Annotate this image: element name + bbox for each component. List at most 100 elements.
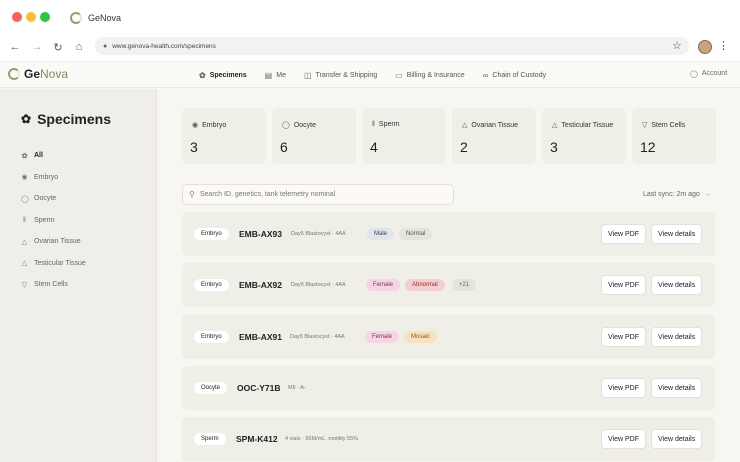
brand-nova: Nova [40,67,69,81]
nav-label: Me [276,71,286,79]
sex-tag: Male [367,228,395,240]
specimen-row[interactable]: Embryo EMB-AX93 Day5 Blastocyst · 4AA Ma… [182,212,715,256]
chain-icon: ∞ [482,70,489,80]
search-input[interactable]: ⚲ Search ID, genetics, tank telemetry no… [182,184,454,205]
sidebar-item-embryo[interactable]: ◉ Embryo [21,167,86,189]
view-details-button[interactable]: View details [651,224,703,244]
nav-billing-insurance[interactable]: ▭ Billing & Insurance [395,71,465,80]
sidebar-item-label: Testicular Tissue [34,259,86,267]
card-icon: ▭ [395,70,403,80]
stem-cells-icon: ▽ [642,122,648,129]
stat-value: 4 [370,139,378,155]
stat-label: Stem Cells [651,121,686,129]
flask-icon: △ [21,238,28,246]
specimen-type-badge: Oocyte [194,382,228,394]
stem-cells-icon: ▽ [21,281,28,289]
view-details-button[interactable]: View details [651,378,703,398]
view-details-button[interactable]: View details [651,275,703,295]
top-nav: ✿ Specimens ▤ Me ◫ Transfer & Shipping ▭ Bil… [199,62,546,88]
specimens-icon: ✿ [199,70,206,80]
lock-icon: ● [103,42,108,50]
specimen-meta: Day5 Blastocyst · 4AA [290,334,345,340]
view-pdf-button[interactable]: View PDF [601,429,646,449]
forward-icon[interactable]: → [29,39,45,55]
result-tag: Mosaic [404,331,438,343]
search-icon: ⚲ [189,190,195,199]
view-pdf-button[interactable]: View PDF [601,275,646,295]
nav-me[interactable]: ▤ Me [265,71,286,80]
stat-value: 12 [640,139,656,155]
maximize-window-button[interactable] [40,12,50,22]
profile-avatar[interactable] [698,40,712,54]
arrow-right-icon[interactable]: → [704,191,711,198]
stat-card-testicular-tissue[interactable]: △ Testicular Tissue 3 [542,108,626,164]
last-sync: Last sync: 2m ago → [643,191,711,198]
embryo-icon: ◉ [21,174,28,182]
star-icon[interactable]: ☆ [672,39,682,52]
nav-specimens[interactable]: ✿ Specimens [199,71,247,80]
view-details-button[interactable]: View details [651,429,703,449]
extra-tag: +21 [452,279,477,291]
tab-bar: GeNova [0,0,740,34]
genova-logo-icon [8,68,20,80]
tab-title: GeNova [88,13,122,23]
sidebar-item-label: Oocyte [34,195,57,203]
stat-label: Testicular Tissue [561,121,614,129]
url-text: www.genova-health.com/specimens [112,42,216,50]
stat-label: Sperm [378,121,400,128]
view-pdf-button[interactable]: View PDF [601,327,646,347]
sidebar-item-label: Ovarian Tissue [34,238,81,246]
stat-label: Oocyte [293,121,317,129]
stat-value: 2 [460,139,468,155]
specimen-row[interactable]: Embryo EMB-AX91 Day5 Blastocyst · 4AA Fe… [182,315,715,359]
nav-chain-of-custody[interactable]: ∞ Chain of Custody [483,71,546,80]
browser-navbar: ← → ↻ ⌂ ● www.genova-health.com/specimen… [0,34,740,60]
stat-card-stem-cells[interactable]: ▽ Stem Cells 12 [632,108,716,164]
account-link[interactable]: ◯ Account [690,70,727,78]
stat-label: Ovarian Tissue [471,121,519,129]
flask-icon: △ [552,122,558,129]
brand-ge: Ge [24,67,41,81]
view-details-button[interactable]: View details [651,327,703,347]
close-window-button[interactable] [12,12,22,22]
sidebar-item-ovarian-tissue[interactable]: △ Ovarian Tissue [21,231,86,253]
home-icon[interactable]: ⌂ [71,39,87,55]
stat-value: 3 [550,139,558,155]
stat-card-sperm[interactable]: ‖ Sperm 4 [362,108,446,164]
specimen-row[interactable]: Oocyte OOC-Y71B MII · A- View PDF View d… [182,366,715,410]
specimen-row[interactable]: Embryo EMB-AX92 Day5 Blastocyst · 4AA Fe… [182,263,715,307]
view-pdf-button[interactable]: View PDF [601,378,646,398]
address-bar[interactable]: ● www.genova-health.com/specimens [95,37,689,55]
sidebar-item-all[interactable]: ✿ All [21,145,86,167]
sidebar-item-stem-cells[interactable]: ▽ Stem Cells [21,274,86,296]
sidebar-title-text: Specimens [37,111,111,127]
kebab-menu-icon[interactable]: ⋮ [718,39,729,52]
specimen-id: SPM-K412 [236,434,278,444]
nav-transfer-shipping[interactable]: ◫ Transfer & Shipping [304,71,377,80]
brand[interactable]: GeNova [8,67,68,81]
minimize-window-button[interactable] [26,12,36,22]
back-icon[interactable]: ← [7,39,23,55]
truck-icon: ◫ [303,70,312,80]
specimen-row[interactable]: Sperm SPM-K412 4 vials · 65M/mL, motilit… [182,417,715,461]
sex-tag: Female [365,331,400,343]
sidebar-item-sperm[interactable]: ‖ Sperm [21,210,86,232]
flask-icon: △ [21,260,28,268]
sidebar-item-testicular-tissue[interactable]: △ Testicular Tissue [21,253,86,275]
stat-card-ovarian-tissue[interactable]: △ Ovarian Tissue 2 [452,108,536,164]
specimens-icon: ✿ [21,112,32,126]
browser-chrome: GeNova ← → ↻ ⌂ ● www.genova-health.com/s… [0,0,740,62]
specimen-id: EMB-AX92 [239,280,282,290]
result-tag: Normal [399,228,433,240]
sex-tag: Female [366,279,401,291]
view-pdf-button[interactable]: View PDF [601,224,646,244]
nav-label: Transfer & Shipping [315,71,378,79]
reload-icon[interactable]: ↻ [50,39,66,55]
oocyte-icon: ◯ [282,122,290,129]
browser-tab[interactable]: GeNova [70,9,121,27]
specimen-type-badge: Sperm [194,433,226,445]
stat-card-embryo[interactable]: ◉ Embryo 3 [182,108,266,164]
main-content: ◉ Embryo 3 ◯ Oocyte 6 ‖ Sperm 4 △ Ovarian Ti… [158,89,740,462]
sidebar-item-oocyte[interactable]: ◯ Oocyte [21,188,86,210]
stat-card-oocyte[interactable]: ◯ Oocyte 6 [272,108,356,164]
